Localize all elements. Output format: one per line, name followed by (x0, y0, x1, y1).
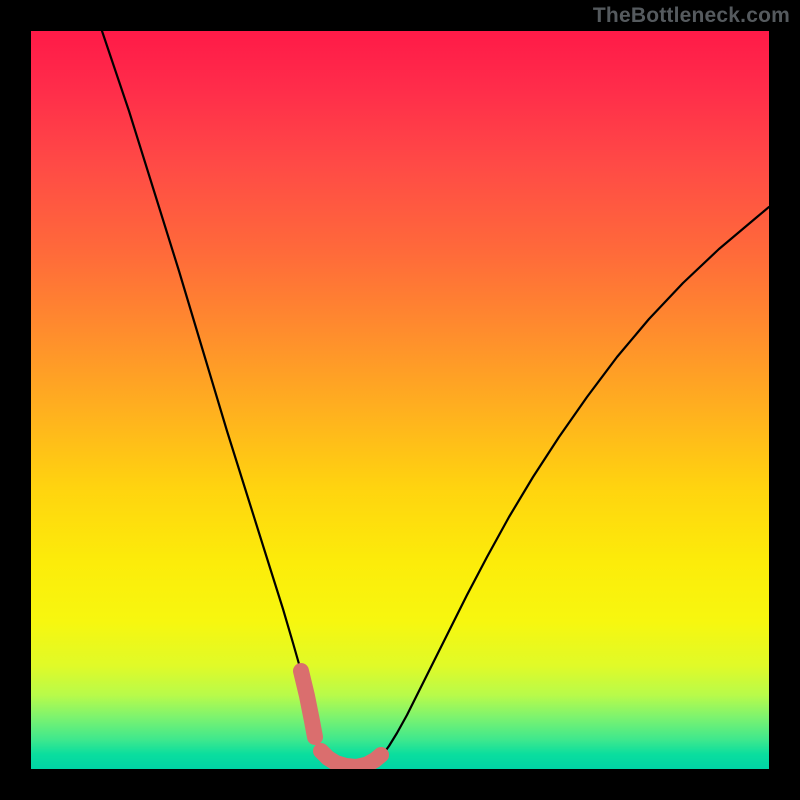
bottleneck-curve (102, 31, 769, 767)
watermark-text: TheBottleneck.com (593, 4, 790, 28)
plot-area (31, 31, 769, 769)
curve-svg (31, 31, 769, 769)
left-highlight (301, 671, 315, 737)
outer-frame: TheBottleneck.com (0, 0, 800, 800)
valley-highlight (321, 751, 381, 767)
